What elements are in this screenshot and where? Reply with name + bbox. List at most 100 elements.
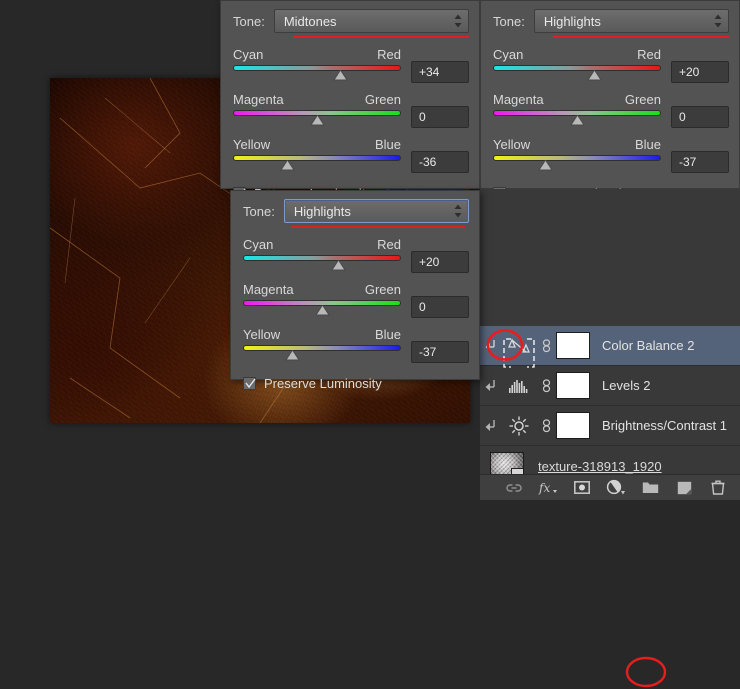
add-layer-mask-icon[interactable] [572, 479, 592, 497]
slider-value-input[interactable]: -37 [671, 151, 729, 173]
layer-mask-thumbnail[interactable] [556, 412, 590, 439]
tone-select-value: Highlights [543, 13, 601, 29]
slider-label-left: Cyan [493, 47, 524, 62]
layers-panel: Color Balance 2 Levels 2 Brightness/Cont… [480, 189, 740, 688]
tone-select[interactable]: Highlights [533, 9, 729, 33]
link-mask-icon[interactable] [536, 378, 556, 393]
new-group-folder-icon[interactable] [640, 479, 660, 497]
stepper-arrows-icon [714, 14, 722, 28]
slider-value-input[interactable]: 0 [411, 106, 469, 128]
color-balance-panel-highlights-top: Tone: Highlights Cyan Red +20 Magenta Gr… [480, 0, 740, 201]
slider-label-right: Red [377, 47, 401, 62]
layer-row-levels-2[interactable]: Levels 2 [480, 366, 740, 406]
slider-value-input[interactable]: 0 [411, 296, 469, 318]
tone-underline-accent [293, 36, 469, 38]
slider-handle[interactable] [570, 115, 585, 126]
layers-toolbar: fx [480, 474, 740, 500]
slider-label-right: Green [364, 282, 401, 297]
slider-track[interactable] [233, 155, 401, 171]
slider-label-right: Green [624, 92, 661, 107]
slider-handle[interactable] [586, 70, 602, 81]
slider-label-right: Blue [374, 137, 401, 152]
slider-track[interactable] [243, 255, 401, 271]
brightness-sun-icon [502, 415, 536, 437]
slider-handle[interactable] [330, 260, 346, 271]
slider-value-input[interactable]: -37 [411, 341, 469, 363]
slider-handle[interactable] [333, 70, 349, 81]
slider-magenta-green: Magenta Green 0 [233, 92, 469, 128]
slider-handle[interactable] [315, 305, 330, 316]
slider-track[interactable] [243, 345, 401, 361]
slider-label-left: Magenta [493, 92, 544, 107]
tone-row: Tone: Highlights [243, 199, 469, 223]
slider-cyan-red: Cyan Red +34 [233, 47, 469, 83]
tone-underline-accent [553, 36, 729, 38]
color-balance-scales-icon [502, 336, 536, 368]
link-mask-icon[interactable] [536, 418, 556, 433]
tone-label: Tone: [243, 203, 275, 219]
preserve-luminosity-label: Preserve Luminosity [264, 376, 382, 391]
slider-label-right: Blue [634, 137, 661, 152]
new-layer-icon[interactable] [674, 479, 694, 497]
preserve-luminosity-checkbox[interactable] [243, 377, 256, 390]
tone-row: Tone: Midtones [233, 9, 469, 33]
slider-track[interactable] [493, 65, 661, 81]
slider-handle[interactable] [310, 115, 325, 126]
slider-label-left: Cyan [233, 47, 264, 62]
layer-mask-thumbnail[interactable] [556, 332, 590, 359]
tone-underline-accent [291, 226, 465, 228]
slider-value-input[interactable]: +20 [671, 61, 729, 83]
tone-select[interactable]: Highlights [283, 199, 469, 223]
slider-track[interactable] [493, 110, 661, 126]
slider-label-left: Yellow [233, 137, 271, 152]
clipping-mask-arrow-icon [480, 379, 502, 392]
link-mask-icon[interactable] [536, 338, 556, 353]
slider-label-right: Green [364, 92, 401, 107]
preserve-luminosity-row[interactable]: Preserve Luminosity [243, 376, 469, 391]
clipping-mask-arrow-icon [480, 419, 502, 432]
slider-handle[interactable] [285, 350, 301, 361]
slider-yellow-blue: Yellow Blue -37 [493, 137, 729, 173]
slider-track[interactable] [243, 300, 401, 316]
slider-label-right: Red [377, 237, 401, 252]
tone-row: Tone: Highlights [493, 9, 729, 33]
color-balance-panel-highlights-floating: Tone: Highlights Cyan Red +20 Magenta Gr… [230, 190, 480, 391]
tone-label: Tone: [493, 13, 525, 29]
stepper-arrows-icon [454, 204, 462, 218]
layers-list: Color Balance 2 Levels 2 Brightness/Cont… [480, 326, 740, 488]
slider-label-left: Cyan [243, 237, 274, 252]
layer-name: Color Balance 2 [602, 338, 695, 353]
layer-styles-fx-icon[interactable]: fx [538, 479, 558, 497]
color-balance-panel-midtones: Tone: Midtones Cyan Red +34 Magenta Gree… [220, 0, 480, 201]
slider-value-input[interactable]: +20 [411, 251, 469, 273]
slider-label-left: Yellow [243, 327, 281, 342]
stepper-arrows-icon [454, 14, 462, 28]
slider-track[interactable] [233, 65, 401, 81]
slider-label-left: Magenta [243, 282, 294, 297]
slider-yellow-blue: Yellow Blue -36 [233, 137, 469, 173]
slider-value-input[interactable]: 0 [671, 106, 729, 128]
slider-track[interactable] [233, 110, 401, 126]
annotation-circle-adjustment-button [625, 656, 667, 688]
slider-value-input[interactable]: +34 [411, 61, 469, 83]
tone-select-value: Highlights [293, 203, 351, 219]
slider-cyan-red: Cyan Red +20 [243, 237, 469, 273]
slider-handle[interactable] [538, 160, 554, 171]
slider-magenta-green: Magenta Green 0 [243, 282, 469, 318]
checkmark-icon [245, 378, 256, 389]
tone-select[interactable]: Midtones [273, 9, 469, 33]
layer-row-color-balance-2[interactable]: Color Balance 2 [480, 326, 740, 368]
layer-mask-thumbnail[interactable] [556, 372, 590, 399]
slider-label-left: Magenta [233, 92, 284, 107]
slider-value-input[interactable]: -36 [411, 151, 469, 173]
slider-handle[interactable] [280, 160, 296, 171]
adjustment-layer-icon[interactable] [606, 479, 626, 497]
slider-label-right: Blue [374, 327, 401, 342]
link-layers-icon[interactable] [504, 479, 524, 497]
slider-magenta-green: Magenta Green 0 [493, 92, 729, 128]
levels-histogram-icon [502, 377, 536, 395]
slider-track[interactable] [493, 155, 661, 171]
svg-text:fx: fx [538, 481, 550, 495]
delete-layer-trash-icon[interactable] [708, 479, 728, 497]
layer-row-brightness-contrast-1[interactable]: Brightness/Contrast 1 [480, 406, 740, 446]
